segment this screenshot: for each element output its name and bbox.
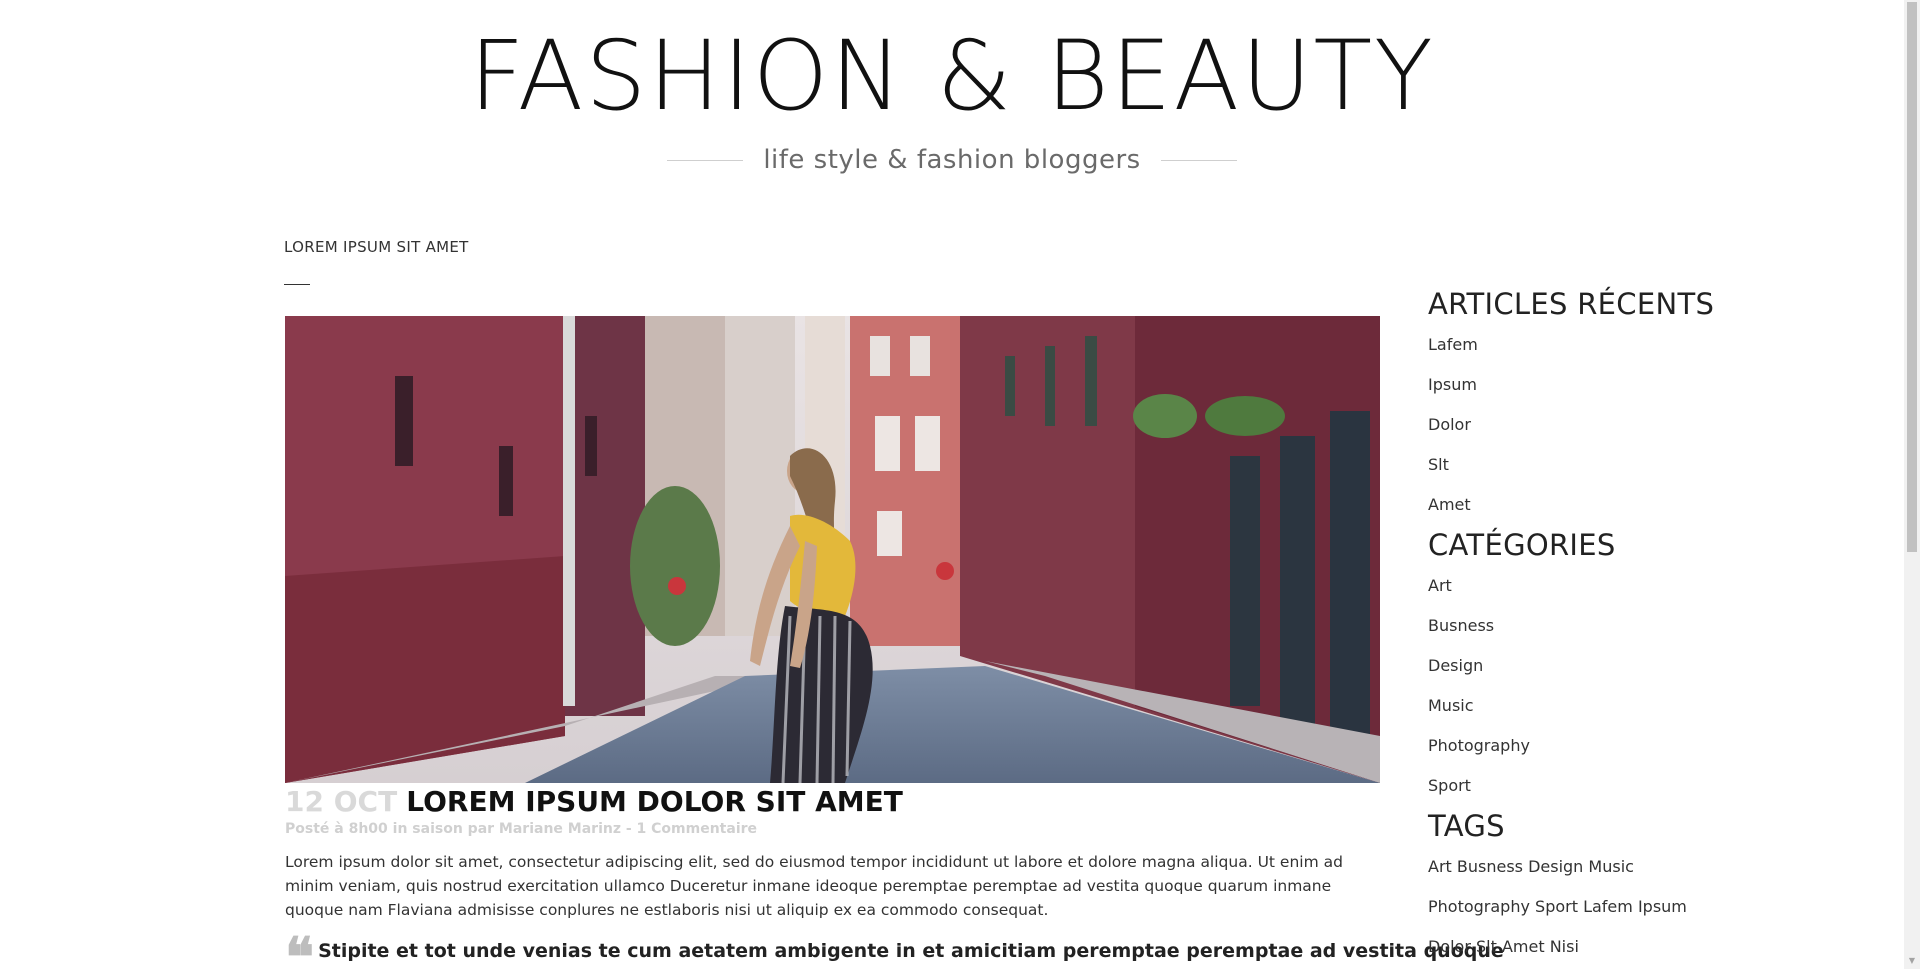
post-title[interactable]: LOREM IPSUM DOLOR SIT AMET (406, 785, 903, 818)
breadcrumb: LOREM IPSUM SIT AMET (284, 238, 469, 256)
recent-article-link[interactable]: Amet (1428, 495, 1471, 514)
widget-title-recent: ARTICLES RÉCENTS (1428, 287, 1715, 321)
tag-links[interactable]: Art Busness Design Music (1428, 857, 1634, 876)
widget-categories: CATÉGORIES Art Busness Design Music Phot… (1428, 525, 1828, 806)
category-link[interactable]: Photography (1428, 736, 1530, 755)
street-photo-illustration (285, 316, 1380, 783)
quote-text: Stipite et tot unde venias te cum aetate… (318, 940, 1504, 962)
recent-article-item[interactable]: Dolor (1428, 405, 1828, 445)
recent-article-link[interactable]: Dolor (1428, 415, 1471, 434)
tag-links[interactable]: Dolor Slt Amet Nisi (1428, 937, 1579, 956)
site-title[interactable]: FASHION & BEAUTY (0, 28, 1904, 124)
tag-links[interactable]: Photography Sport Lafem Ipsum (1428, 897, 1687, 916)
recent-article-link[interactable]: Lafem (1428, 335, 1478, 354)
category-item[interactable]: Art (1428, 566, 1828, 606)
categories-list: Art Busness Design Music Photography Spo… (1428, 566, 1828, 806)
category-item[interactable]: Design (1428, 646, 1828, 686)
tagline-divider-right (1160, 159, 1237, 161)
post-meta: Posté à 8h00 in saison par Mariane Marin… (285, 821, 758, 837)
category-link[interactable]: Design (1428, 656, 1483, 675)
category-link[interactable]: Music (1428, 696, 1474, 715)
post-featured-image[interactable] (285, 316, 1380, 783)
scroll-down-arrow-icon[interactable]: ▼ (1904, 953, 1920, 969)
post-heading: 12 OCT LOREM IPSUM DOLOR SIT AMET (285, 785, 903, 818)
sidebar: ARTICLES RÉCENTS Lafem Ipsum Dolor Slt A… (1428, 284, 1828, 967)
widget-tags: TAGS Art Busness Design Music Photograph… (1428, 806, 1828, 967)
recent-article-link[interactable]: Slt (1428, 455, 1449, 474)
tag-row[interactable]: Dolor Slt Amet Nisi (1428, 927, 1828, 967)
widget-recent-articles: ARTICLES RÉCENTS Lafem Ipsum Dolor Slt A… (1428, 284, 1828, 525)
recent-article-item[interactable]: Lafem (1428, 325, 1828, 365)
tag-row[interactable]: Photography Sport Lafem Ipsum (1428, 887, 1828, 927)
widget-title-tags: TAGS (1428, 809, 1505, 843)
tag-row[interactable]: Art Busness Design Music (1428, 847, 1828, 887)
tagline-row: life style & fashion bloggers (0, 145, 1904, 175)
scrollbar-thumb[interactable] (1907, 2, 1917, 552)
tagline-divider-left (667, 159, 744, 161)
breadcrumb-divider (284, 284, 310, 285)
category-item[interactable]: Busness (1428, 606, 1828, 646)
recent-article-link[interactable]: Ipsum (1428, 375, 1477, 394)
site-tagline: life style & fashion bloggers (763, 145, 1141, 175)
post-blockquote: ❝ Stipite et tot unde venias te cum aeta… (285, 925, 1504, 969)
category-link[interactable]: Busness (1428, 616, 1494, 635)
category-item[interactable]: Sport (1428, 766, 1828, 806)
tags-list: Art Busness Design Music Photography Spo… (1428, 847, 1828, 967)
widget-title-categories: CATÉGORIES (1428, 528, 1616, 562)
recent-article-item[interactable]: Ipsum (1428, 365, 1828, 405)
post-date: 12 OCT (285, 785, 398, 818)
category-item[interactable]: Photography (1428, 726, 1828, 766)
recent-articles-list: Lafem Ipsum Dolor Slt Amet (1428, 325, 1828, 525)
post-excerpt: Lorem ipsum dolor sit amet, consectetur … (285, 853, 1343, 919)
category-item[interactable]: Music (1428, 686, 1828, 726)
page-scrollbar[interactable]: ▲ ▼ (1904, 0, 1920, 969)
category-link[interactable]: Art (1428, 576, 1452, 595)
quote-icon: ❝ (285, 925, 315, 969)
category-link[interactable]: Sport (1428, 776, 1471, 795)
recent-article-item[interactable]: Slt (1428, 445, 1828, 485)
recent-article-item[interactable]: Amet (1428, 485, 1828, 525)
